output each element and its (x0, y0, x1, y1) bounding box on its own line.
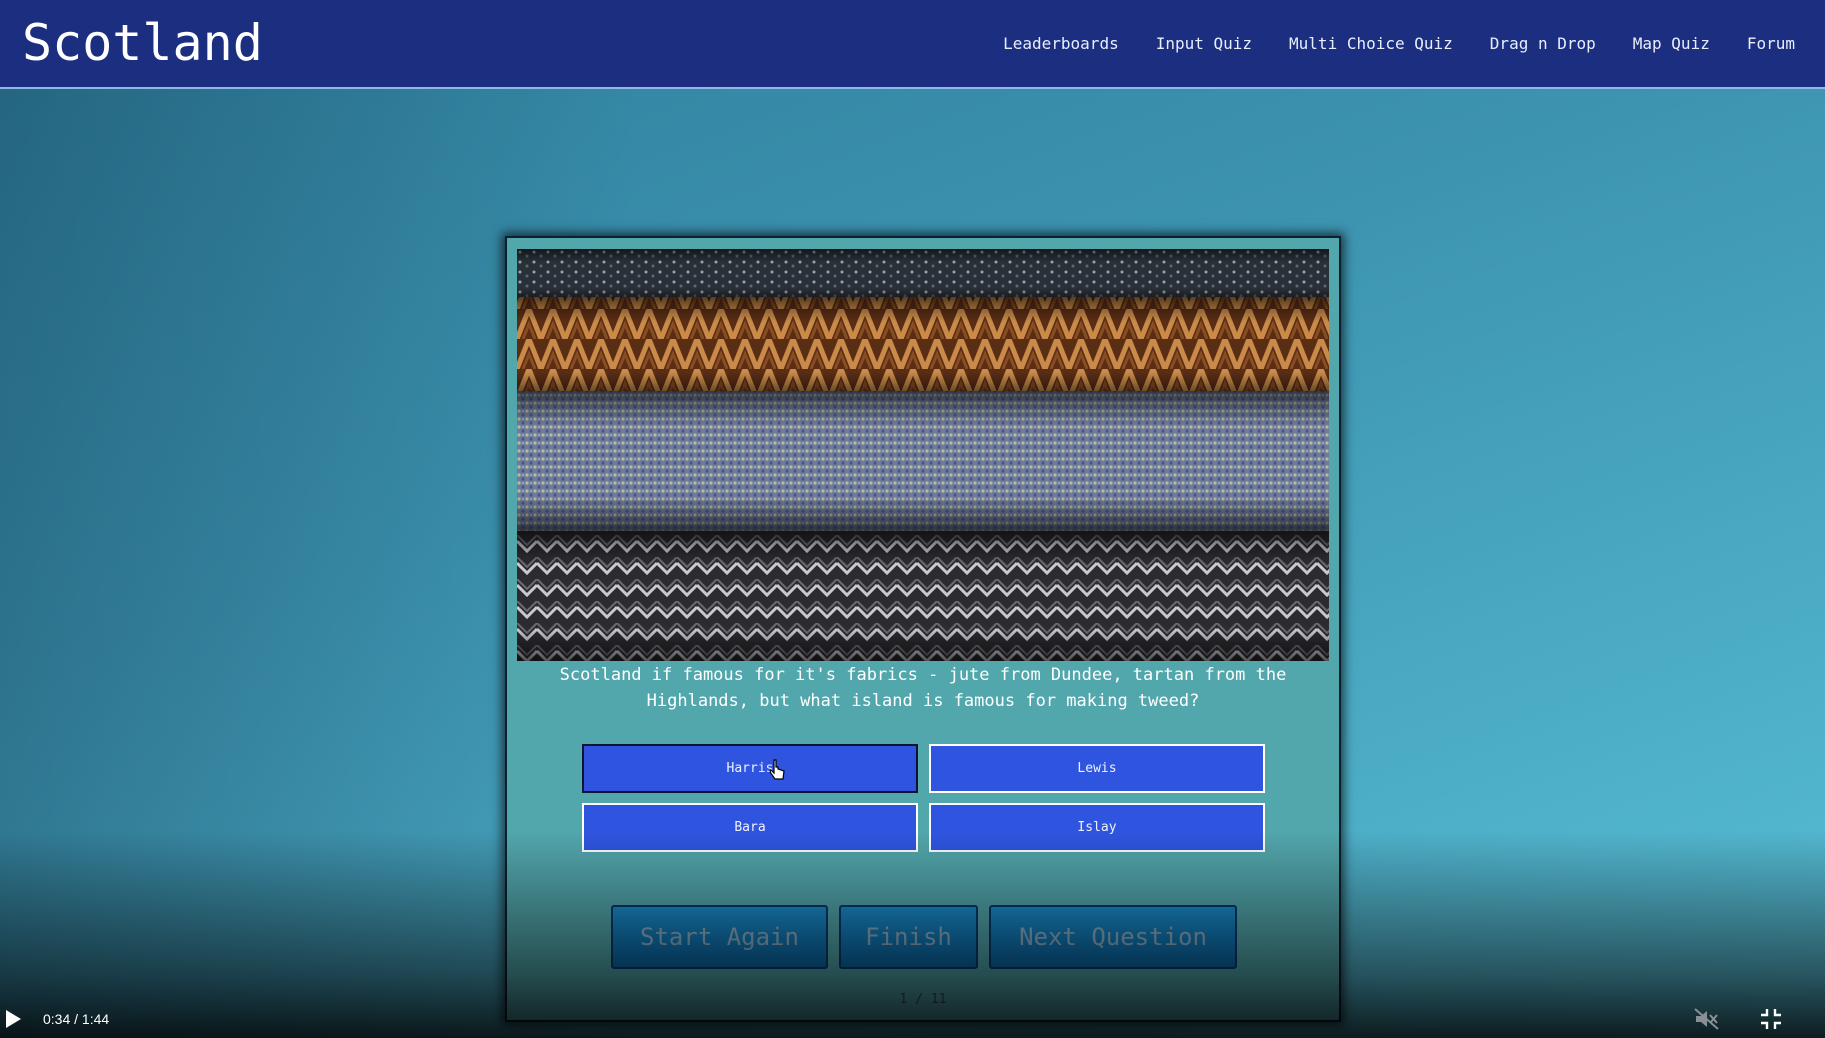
answer-option-4[interactable]: Islay (929, 803, 1265, 852)
answer-option-2[interactable]: Lewis (929, 744, 1265, 793)
answer-grid: Harris Lewis Bara Islay (582, 744, 1265, 852)
answer-label: Bara (734, 820, 766, 835)
start-again-button[interactable]: Start Again (611, 905, 828, 969)
nav-forum[interactable]: Forum (1747, 34, 1795, 53)
answer-label: Harris (726, 761, 774, 776)
nav-input-quiz[interactable]: Input Quiz (1156, 34, 1252, 53)
answer-label: Islay (1077, 820, 1117, 835)
finish-button[interactable]: Finish (839, 905, 978, 969)
nav-drag-n-drop[interactable]: Drag n Drop (1490, 34, 1596, 53)
nav-leaderboards[interactable]: Leaderboards (1003, 34, 1119, 53)
question-image (517, 249, 1329, 661)
quiz-card: Scotland if famous for it's fabrics - ju… (505, 236, 1341, 1022)
pointer-cursor-icon (769, 759, 785, 780)
tweed-fabric-image (517, 249, 1329, 661)
play-icon[interactable] (4, 1009, 22, 1029)
main-nav: Leaderboards Input Quiz Multi Choice Qui… (1003, 34, 1795, 53)
site-header: Scotland Leaderboards Input Quiz Multi C… (0, 0, 1825, 89)
answer-option-1[interactable]: Harris (582, 744, 918, 793)
next-question-button[interactable]: Next Question (989, 905, 1237, 969)
answer-label: Lewis (1077, 761, 1117, 776)
site-title[interactable]: Scotland (22, 14, 263, 72)
question-text: Scotland if famous for it's fabrics - ju… (559, 665, 1287, 711)
nav-multi-choice-quiz[interactable]: Multi Choice Quiz (1289, 34, 1453, 53)
exit-fullscreen-icon[interactable] (1760, 1008, 1782, 1030)
answer-option-3[interactable]: Bara (582, 803, 918, 852)
video-time: 0:34 / 1:44 (43, 1011, 110, 1027)
quiz-controls: Start Again Finish Next Question (611, 905, 1237, 969)
nav-map-quiz[interactable]: Map Quiz (1633, 34, 1710, 53)
video-controls: 0:34 / 1:44 (0, 1000, 1825, 1038)
mute-icon[interactable] (1694, 1008, 1720, 1030)
